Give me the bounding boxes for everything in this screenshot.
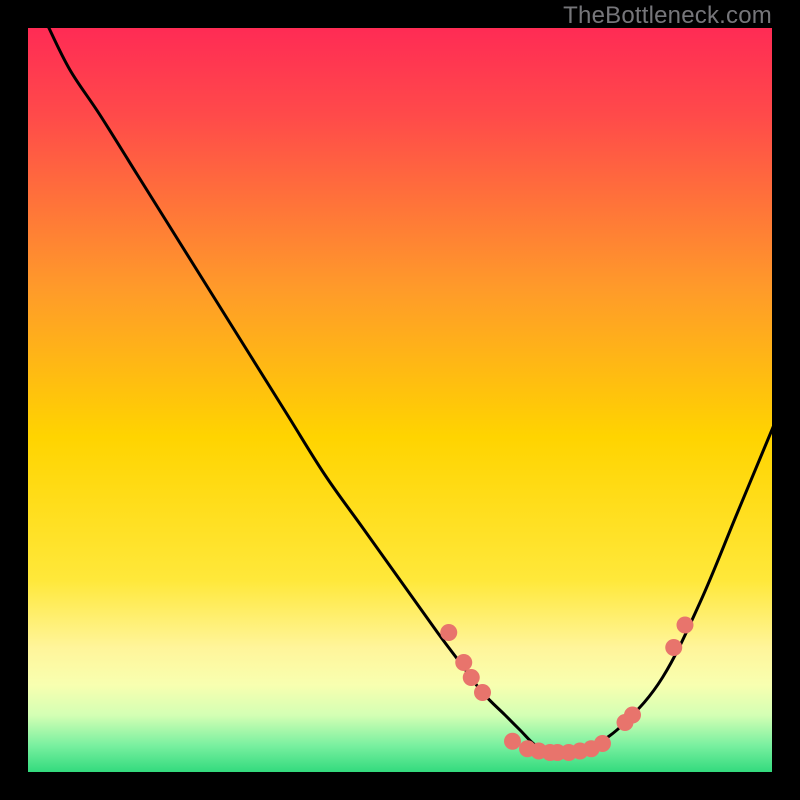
data-marker <box>624 707 641 724</box>
chart-plot <box>25 25 775 775</box>
data-marker <box>504 733 521 750</box>
data-marker <box>463 669 480 686</box>
data-marker <box>455 654 472 671</box>
bottleneck-curve <box>48 25 776 754</box>
data-marker <box>665 639 682 656</box>
watermark-text: TheBottleneck.com <box>563 2 772 30</box>
data-marker <box>474 684 491 701</box>
data-marker <box>440 624 457 641</box>
chart-frame <box>25 25 775 775</box>
data-marker <box>594 735 611 752</box>
data-marker <box>677 617 694 634</box>
